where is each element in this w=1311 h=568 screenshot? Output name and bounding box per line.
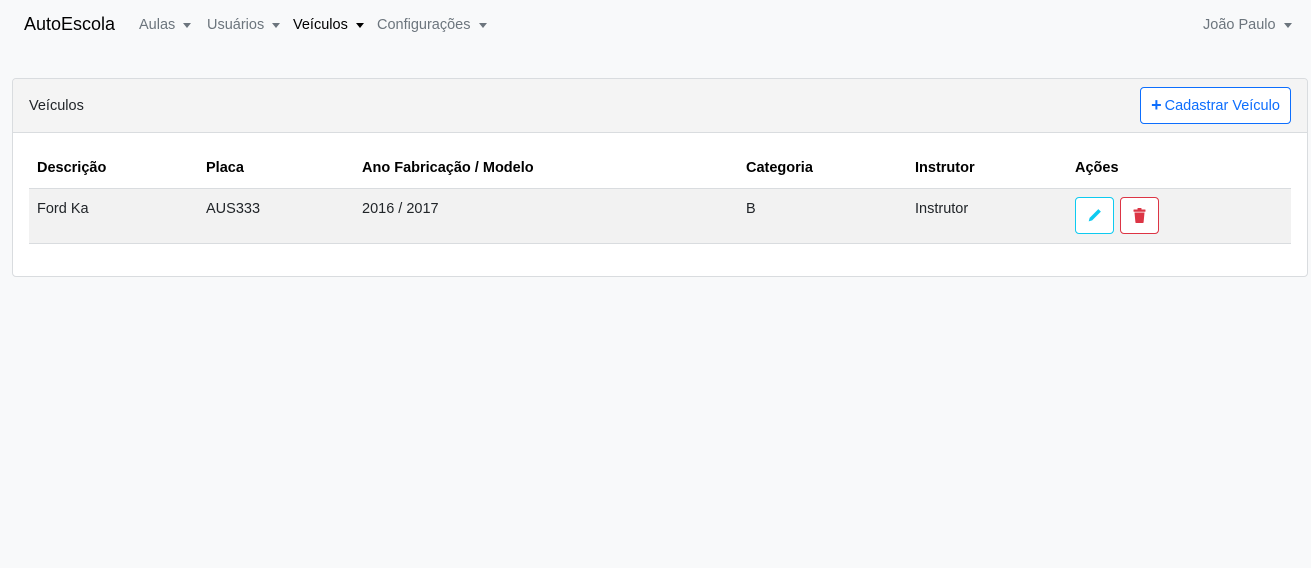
table-row: Ford Ka AUS333 2016 / 2017 B Instrutor: [29, 189, 1291, 244]
nav-item-label: Usuários: [207, 17, 265, 33]
navbar: AutoEscola Aulas Usuários Veículos Confi…: [0, 0, 1311, 52]
cell-ano: 2016 / 2017: [362, 201, 439, 217]
caret-down-icon: [272, 22, 281, 28]
caret-down-icon: [1283, 22, 1292, 28]
cell-descricao: Ford Ka: [37, 201, 89, 217]
plus-icon: +: [1151, 94, 1162, 115]
table-header: Descrição Placa Ano Fabricação / Modelo …: [29, 151, 1291, 189]
column-header-acoes: Ações: [1075, 160, 1119, 176]
nav-item-label: Configurações: [377, 17, 471, 33]
nav-item-configuracoes[interactable]: Configurações: [377, 17, 487, 33]
cell-categoria: B: [746, 201, 756, 217]
trash-icon: [1133, 208, 1146, 223]
cell-instrutor: Instrutor: [915, 201, 969, 217]
nav-item-veiculos[interactable]: Veículos: [293, 17, 364, 33]
add-vehicle-button[interactable]: + Cadastrar Veículo: [1140, 87, 1291, 124]
card-title: Veículos: [29, 98, 84, 114]
nav-item-aulas[interactable]: Aulas: [139, 17, 192, 33]
vehicles-card: Veículos + Cadastrar Veículo Descrição P…: [12, 78, 1308, 277]
pencil-icon: [1088, 209, 1101, 222]
brand-logo[interactable]: AutoEscola: [24, 14, 115, 35]
user-menu[interactable]: João Paulo: [1203, 17, 1292, 33]
nav-item-label: Veículos: [293, 17, 348, 33]
nav-item-usuarios[interactable]: Usuários: [207, 17, 281, 33]
column-header-placa: Placa: [206, 160, 244, 176]
column-header-instrutor: Instrutor: [915, 160, 975, 176]
add-vehicle-label: Cadastrar Veículo: [1164, 97, 1280, 114]
caret-down-icon: [355, 22, 364, 28]
card-header: Veículos + Cadastrar Veículo: [13, 79, 1307, 133]
caret-down-icon: [478, 22, 487, 28]
column-header-descricao: Descrição: [37, 160, 107, 176]
nav-item-label: Aulas: [139, 17, 176, 33]
delete-button[interactable]: [1120, 197, 1159, 234]
cell-placa: AUS333: [206, 201, 261, 217]
column-header-ano: Ano Fabricação / Modelo: [362, 160, 534, 176]
user-name: João Paulo: [1203, 17, 1276, 33]
caret-down-icon: [183, 22, 192, 28]
vehicles-table: Descrição Placa Ano Fabricação / Modelo …: [29, 151, 1291, 244]
column-header-categoria: Categoria: [746, 160, 813, 176]
edit-button[interactable]: [1075, 197, 1114, 234]
